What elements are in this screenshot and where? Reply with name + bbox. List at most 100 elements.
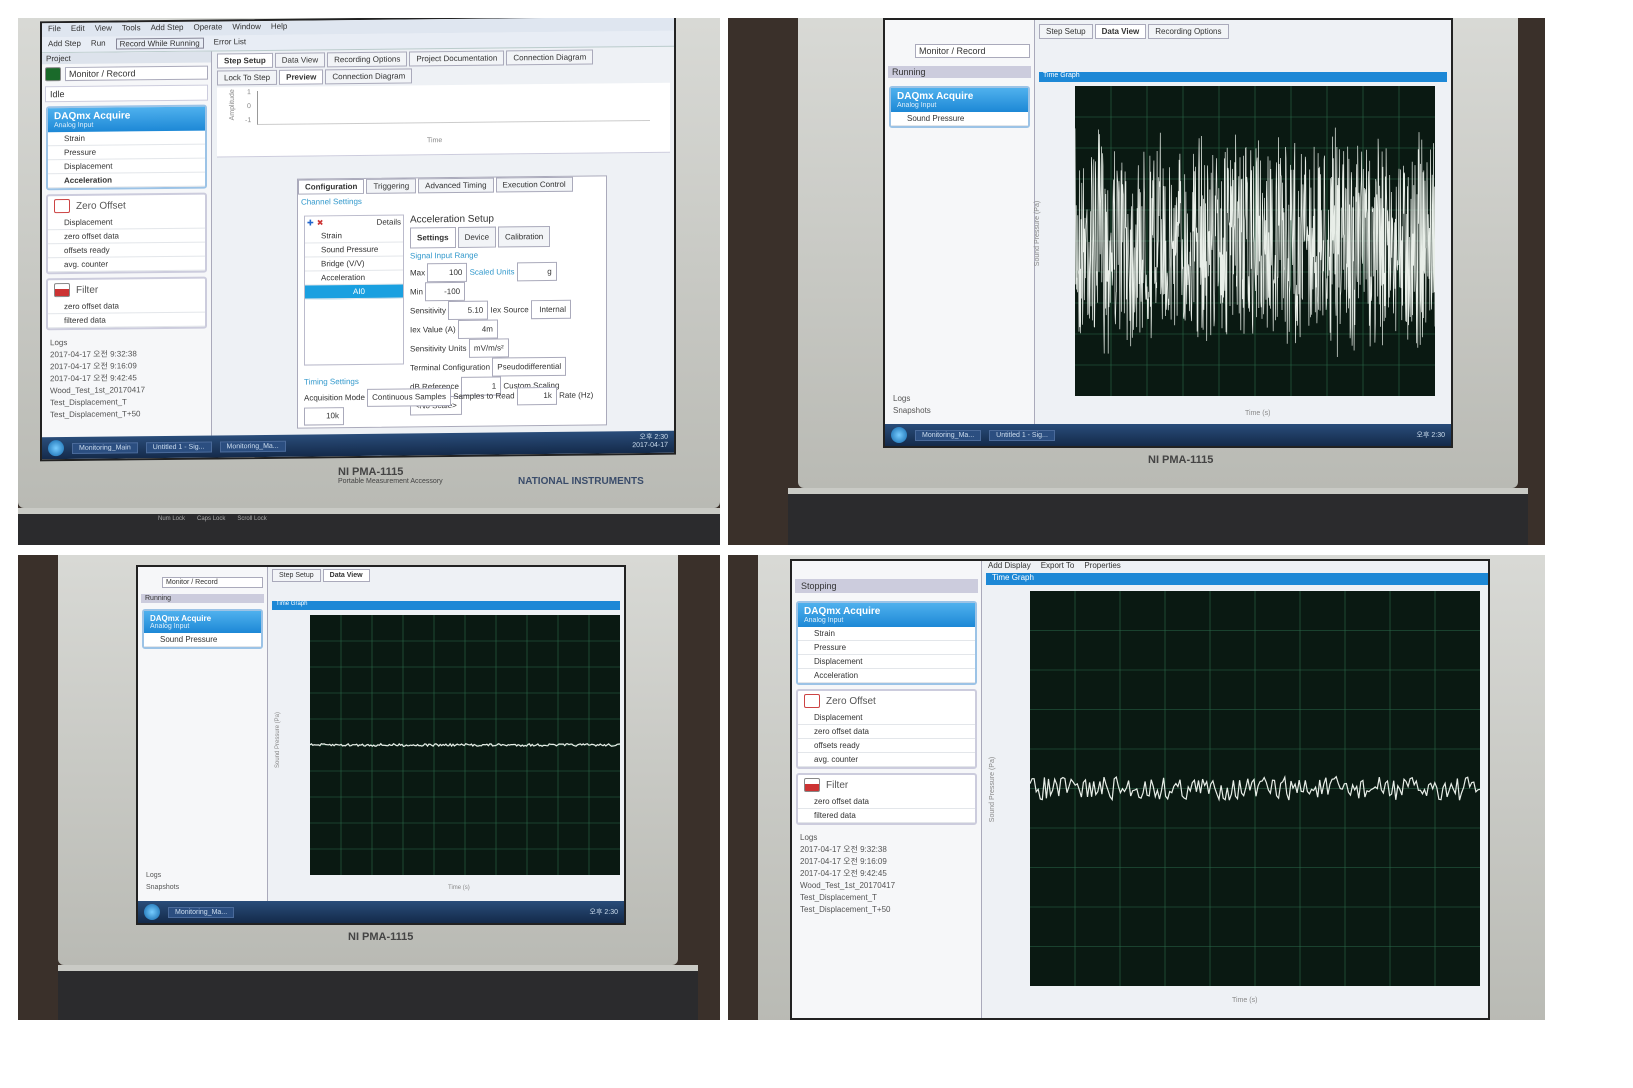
zero-row-offset-data[interactable]: zero offset data	[798, 725, 975, 739]
taskbar-item[interactable]: Monitoring_Ma...	[168, 906, 235, 918]
menu-add-step[interactable]: Add Step	[151, 23, 184, 35]
taskbar-item[interactable]: Monitoring_Main	[72, 441, 138, 454]
export-to-button[interactable]: Export To	[1041, 561, 1075, 570]
log-item[interactable]: 2017-04-17 오전 9:42:45	[800, 868, 973, 880]
taskbar-item[interactable]: Monitoring_Ma...	[219, 440, 286, 452]
zero-offset-step[interactable]: Zero Offset Displacement zero offset dat…	[796, 689, 977, 769]
filter-step[interactable]: Filter zero offset data filtered data	[796, 773, 977, 825]
tab-configuration[interactable]: Configuration	[298, 178, 365, 195]
menu-edit[interactable]: Edit	[71, 24, 85, 36]
menu-operate[interactable]: Operate	[194, 22, 223, 34]
menu-tools[interactable]: Tools	[122, 23, 141, 35]
channel-sound-pressure[interactable]: Sound Pressure	[891, 112, 1028, 126]
tab-execution-control[interactable]: Execution Control	[495, 176, 573, 193]
daq-acquire-step[interactable]: DAQmx Acquire Analog Input Strain Pressur…	[796, 601, 977, 685]
tab-recording-options[interactable]: Recording Options	[1148, 24, 1229, 39]
channel-tree-item[interactable]: Bridge (V/V)	[305, 256, 403, 272]
tab-data-view[interactable]: Data View	[274, 52, 326, 68]
menu-file[interactable]: File	[48, 24, 61, 36]
log-item[interactable]: Test_Displacement_T	[800, 892, 973, 904]
mode-select[interactable]: Monitor / Record	[162, 577, 263, 588]
mode-select[interactable]: Monitor / Record	[65, 65, 208, 82]
tab-step-setup[interactable]: Step Setup	[217, 52, 273, 69]
acquisition-mode-select[interactable]: Continuous Samples	[367, 388, 451, 407]
run-button[interactable]: Run	[91, 39, 106, 50]
channel-tree-item[interactable]: Acceleration	[305, 270, 403, 286]
taskbar-item[interactable]: Untitled 1 - Sig...	[989, 429, 1055, 441]
sensitivity-units-select[interactable]: mV/m/s²	[468, 338, 509, 358]
zero-row-displacement[interactable]: Displacement	[798, 711, 975, 725]
tab-advanced-timing[interactable]: Advanced Timing	[418, 177, 494, 194]
log-item[interactable]: Wood_Test_1st_20170417	[800, 880, 973, 892]
add-display-button[interactable]: Add Display	[988, 561, 1031, 570]
tab-recording-options[interactable]: Recording Options	[327, 51, 408, 68]
menu-view[interactable]: View	[95, 24, 112, 36]
start-button[interactable]	[48, 440, 64, 457]
record-while-running-button[interactable]: Record While Running	[115, 37, 204, 50]
iex-value-input[interactable]: 4m	[457, 319, 498, 339]
tab-device[interactable]: Device	[457, 226, 497, 248]
tab-connection-diagram[interactable]: Connection Diagram	[506, 49, 594, 66]
filter-row-output[interactable]: filtered data	[798, 809, 975, 823]
connection-diagram-button[interactable]: Connection Diagram	[325, 68, 413, 85]
error-list-button[interactable]: Error List	[214, 37, 246, 48]
zero-offset-step[interactable]: Zero Offset Displacement zero offset dat…	[46, 192, 207, 275]
snapshots-item[interactable]: Snapshots	[146, 882, 179, 894]
properties-button[interactable]: Properties	[1084, 561, 1120, 570]
log-item[interactable]: 2017-04-17 오전 9:32:38	[800, 844, 973, 856]
channel-displacement[interactable]: Displacement	[798, 655, 975, 669]
tab-project-documentation[interactable]: Project Documentation	[409, 50, 505, 67]
lock-to-step-button[interactable]: Lock To Step	[217, 69, 278, 86]
channel-pressure[interactable]: Pressure	[798, 641, 975, 655]
channel-acceleration[interactable]: Acceleration	[798, 669, 975, 683]
filter-row-input[interactable]: zero offset data	[798, 795, 975, 809]
tab-step-setup[interactable]: Step Setup	[272, 569, 321, 582]
channel-acceleration[interactable]: Acceleration	[48, 172, 205, 189]
zero-row-offsets-ready[interactable]: offsets ready	[798, 739, 975, 753]
max-input[interactable]: 100	[427, 262, 468, 283]
time-graph[interactable]	[310, 615, 620, 875]
mode-select[interactable]: Monitor / Record	[915, 44, 1030, 58]
filter-step[interactable]: Filter zero offset data filtered data	[46, 276, 207, 331]
zero-row-avg-counter[interactable]: avg. counter	[798, 753, 975, 767]
menu-window[interactable]: Window	[232, 22, 260, 34]
tab-data-view[interactable]: Data View	[1094, 24, 1147, 39]
filter-row-output[interactable]: filtered data	[48, 312, 205, 329]
snapshots-item[interactable]: Snapshots	[893, 405, 931, 417]
start-button[interactable]	[144, 904, 160, 920]
time-graph[interactable]	[1030, 591, 1480, 986]
menu-help[interactable]: Help	[271, 22, 287, 34]
remove-channel-icon[interactable]: ✖	[317, 218, 324, 227]
iex-source-select[interactable]: Internal	[530, 299, 571, 320]
log-item[interactable]: 2017-04-17 오전 9:16:09	[800, 856, 973, 868]
start-button[interactable]	[891, 427, 907, 443]
channel-tree-item[interactable]: Strain	[305, 228, 403, 244]
add-step-button[interactable]: Add Step	[48, 39, 81, 50]
daq-acquire-step[interactable]: DAQmx Acquire Analog Input Sound Pressure	[142, 609, 263, 649]
tab-step-setup[interactable]: Step Setup	[1039, 24, 1093, 39]
channel-strain[interactable]: Strain	[798, 627, 975, 641]
log-item[interactable]: Test_Displacement_T+50	[50, 408, 203, 422]
details-label[interactable]: Details	[377, 218, 401, 227]
log-item[interactable]: Test_Displacement_T+50	[800, 904, 973, 916]
taskbar-item[interactable]: Untitled 1 - Sig...	[145, 441, 212, 453]
add-channel-icon[interactable]: ✚	[307, 218, 314, 227]
min-input[interactable]: -100	[425, 281, 466, 302]
tab-triggering[interactable]: Triggering	[366, 178, 417, 194]
sensitivity-input[interactable]: 5.10	[448, 300, 489, 321]
tab-data-view[interactable]: Data View	[322, 569, 370, 582]
tab-calibration[interactable]: Calibration	[498, 225, 551, 248]
tab-settings[interactable]: Settings	[410, 226, 456, 249]
channel-tree-item[interactable]: Sound Pressure	[305, 242, 403, 258]
daq-acquire-step[interactable]: DAQmx Acquire Analog Input Strain Pressur…	[46, 104, 207, 191]
daq-acquire-step[interactable]: DAQmx Acquire Analog Input Sound Pressure	[889, 86, 1030, 128]
time-graph[interactable]	[1075, 86, 1435, 396]
channel-sound-pressure[interactable]: Sound Pressure	[144, 633, 261, 647]
zero-row-avg-counter[interactable]: avg. counter	[48, 256, 205, 273]
rate-input[interactable]: 10k	[304, 407, 344, 426]
preview-button[interactable]: Preview	[279, 69, 324, 85]
channel-tree-item-selected[interactable]: AI0	[305, 284, 403, 300]
scaled-units-select[interactable]: g	[516, 261, 557, 282]
taskbar-item[interactable]: Monitoring_Ma...	[915, 429, 982, 441]
samples-to-read-input[interactable]: 1k	[516, 386, 557, 406]
